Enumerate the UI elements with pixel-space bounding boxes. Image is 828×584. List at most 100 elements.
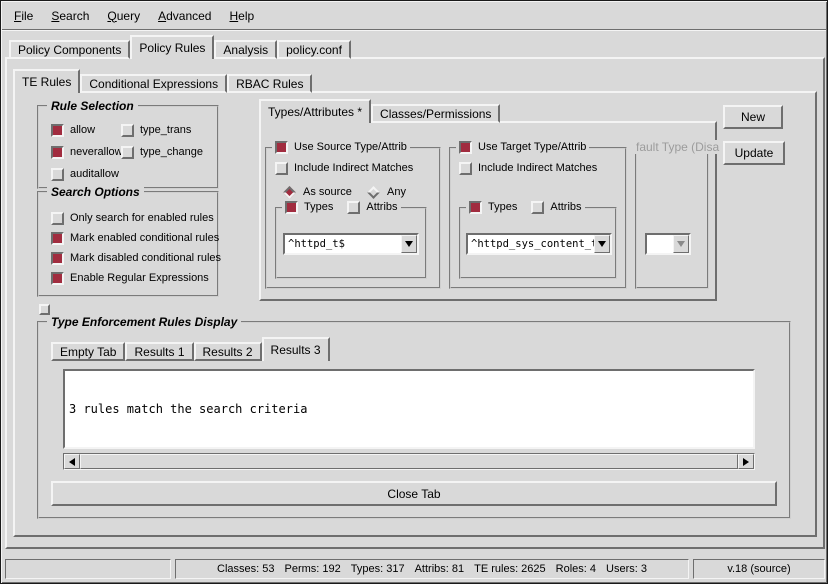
checkbox-use-source-type[interactable]: Use Source Type/Attrib [275, 140, 407, 154]
checkbox-label: Enable Regular Expressions [70, 272, 209, 285]
checkbox-target-types[interactable]: Types [469, 200, 517, 214]
checkbox-use-target-type[interactable]: Use Target Type/Attrib [459, 140, 586, 154]
source-type-combobox[interactable]: ^httpd_t$ [283, 233, 419, 255]
checkbox-source-include-indirect[interactable]: Include Indirect Matches [275, 161, 413, 175]
pane-sash-handle[interactable] [39, 304, 50, 315]
tab-policy-components[interactable]: Policy Components [9, 40, 130, 59]
radio-any[interactable]: Any [367, 185, 406, 199]
menu-file[interactable]: File [7, 6, 40, 26]
checkbox-indicator [51, 124, 64, 137]
tab-conditional-expressions[interactable]: Conditional Expressions [80, 74, 227, 93]
main-tabrow: Policy Components Policy Rules Analysis … [9, 35, 351, 59]
checkbox-indicator [285, 201, 298, 214]
menu-help[interactable]: Help [222, 6, 261, 26]
search-options-group: Search Options Only search for enabled r… [37, 191, 219, 297]
chevron-down-icon [677, 241, 685, 247]
tab-rbac-rules[interactable]: RBAC Rules [227, 74, 312, 93]
checkbox-mark-disabled-conditional[interactable]: Mark disabled conditional rules [51, 251, 221, 265]
menu-search[interactable]: Search [44, 6, 96, 26]
menu-advanced[interactable]: Advanced [151, 6, 218, 26]
source-type-group: Use Source Type/Attrib Include Indirect … [265, 147, 441, 289]
combobox-value[interactable]: ^httpd_sys_content_t$ [468, 238, 594, 250]
tab-results-1[interactable]: Results 1 [125, 342, 193, 361]
checkbox-indicator [531, 201, 544, 214]
combobox-value[interactable]: ^httpd_t$ [285, 238, 401, 250]
tab-empty[interactable]: Empty Tab [51, 342, 125, 361]
stat-classes: Classes: 53 [217, 563, 274, 575]
stat-types: Types: 317 [351, 563, 405, 575]
checkbox-indicator [121, 124, 134, 137]
checkbox-source-attribs[interactable]: Attribs [347, 200, 397, 214]
app-window: File Search Query Advanced Help Policy C… [0, 0, 828, 584]
target-type-combobox[interactable]: ^httpd_sys_content_t$ [466, 233, 612, 255]
checkbox-type-change[interactable]: type_change [121, 145, 203, 159]
tab-policy-conf[interactable]: policy.conf [277, 40, 351, 59]
tab-te-rules[interactable]: TE Rules [13, 69, 80, 93]
checkbox-label: Include Indirect Matches [478, 162, 597, 175]
radio-label: As source [303, 186, 352, 199]
new-button[interactable]: New [723, 105, 783, 129]
checkbox-type-trans[interactable]: type_trans [121, 123, 191, 137]
checkbox-indicator [469, 201, 482, 214]
radio-label: Any [387, 186, 406, 199]
horizontal-scrollbar[interactable] [63, 453, 755, 470]
checkbox-auditallow[interactable]: auditallow [51, 167, 119, 181]
checkbox-label: Only search for enabled rules [70, 212, 214, 225]
tab-results-3[interactable]: Results 3 [262, 337, 330, 361]
checkbox-indicator [121, 146, 134, 159]
radio-indicator-icon [367, 186, 380, 199]
checkbox-label: Attribs [550, 201, 581, 214]
checkbox-indicator [51, 168, 64, 181]
arrow-right-icon [743, 458, 749, 466]
types-attribs-tabrow: Types/Attributes * Classes/Permissions [259, 99, 500, 123]
status-cell-version: v.18 (source) [693, 559, 825, 579]
default-type-group: fault Type (Disa [635, 147, 709, 289]
close-tab-button[interactable]: Close Tab [51, 481, 777, 506]
source-types-attribs-frame: Types Attribs ^httpd_t$ [275, 207, 427, 279]
checkbox-source-types[interactable]: Types [285, 200, 333, 214]
group-title: Rule Selection [47, 99, 138, 113]
scroll-left-button[interactable] [64, 454, 80, 469]
menubar-separator [2, 29, 826, 31]
checkbox-enable-regex[interactable]: Enable Regular Expressions [51, 271, 209, 285]
scroll-right-button[interactable] [738, 454, 754, 469]
tab-analysis[interactable]: Analysis [214, 40, 277, 59]
tab-policy-rules[interactable]: Policy Rules [130, 35, 214, 59]
chevron-down-icon [598, 241, 606, 247]
checkbox-only-enabled-rules[interactable]: Only search for enabled rules [51, 211, 214, 225]
results-tabrow: Empty Tab Results 1 Results 2 Results 3 [51, 337, 330, 361]
tab-classes-permissions[interactable]: Classes/Permissions [371, 104, 500, 123]
radio-as-source[interactable]: As source [283, 185, 352, 199]
checkbox-mark-enabled-conditional[interactable]: Mark enabled conditional rules [51, 231, 219, 245]
stat-users: Users: 3 [606, 563, 647, 575]
policy-rules-panel: TE Rules Conditional Expressions RBAC Ru… [5, 57, 825, 549]
te-rules-panel: Rule Selection allow type_trans neverall… [13, 91, 817, 537]
checkbox-indicator [347, 201, 360, 214]
checkbox-indicator [459, 162, 472, 175]
checkbox-label: type_trans [140, 124, 191, 137]
checkbox-label: type_change [140, 146, 203, 159]
checkbox-target-attribs[interactable]: Attribs [531, 200, 581, 214]
checkbox-indicator [51, 146, 64, 159]
checkbox-indicator [51, 212, 64, 225]
group-title: Search Options [47, 185, 144, 199]
checkbox-neverallow[interactable]: neverallow [51, 145, 123, 159]
checkbox-indicator [51, 272, 64, 285]
menu-query[interactable]: Query [100, 6, 147, 26]
status-cell-left [5, 559, 171, 579]
checkbox-target-include-indirect[interactable]: Include Indirect Matches [459, 161, 597, 175]
scroll-thumb[interactable] [80, 454, 738, 469]
tab-results-2[interactable]: Results 2 [194, 342, 262, 361]
update-button[interactable]: Update [723, 141, 785, 165]
stat-te-rules: TE rules: 2625 [474, 563, 546, 575]
checkbox-label: Attribs [366, 201, 397, 214]
dropdown-arrow-button[interactable] [401, 235, 417, 253]
results-text-area[interactable]: 3 rules match the search criteria (5822)… [63, 369, 755, 449]
checkbox-allow[interactable]: allow [51, 123, 95, 137]
group-title: fault Type (Disa [633, 140, 722, 154]
dropdown-arrow-button[interactable] [594, 235, 610, 253]
rule-selection-group: Rule Selection allow type_trans neverall… [37, 105, 219, 189]
tab-types-attributes[interactable]: Types/Attributes * [259, 99, 371, 123]
checkbox-label: Mark enabled conditional rules [70, 232, 219, 245]
stat-perms: Perms: 192 [285, 563, 341, 575]
